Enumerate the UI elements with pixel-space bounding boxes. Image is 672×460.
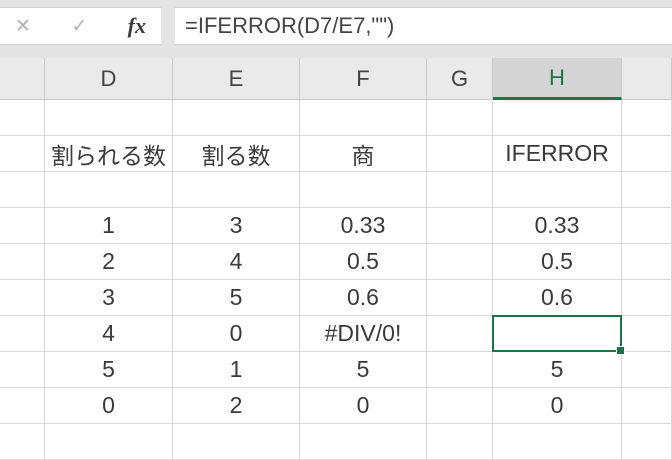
cell[interactable] <box>622 208 672 244</box>
sheet-row <box>0 424 672 460</box>
cell[interactable] <box>622 352 672 388</box>
cell[interactable] <box>622 424 672 460</box>
cell[interactable]: 5 <box>493 352 622 388</box>
sheet-row: 5 1 5 5 <box>0 352 672 388</box>
column-header-right-partial[interactable] <box>622 58 672 100</box>
cell[interactable]: 5 <box>45 352 173 388</box>
cell[interactable] <box>0 136 45 172</box>
sheet-row: 1 3 0.33 0.33 <box>0 208 672 244</box>
cell[interactable] <box>0 208 45 244</box>
cell[interactable] <box>622 316 672 352</box>
sheet-row: 0 2 0 0 <box>0 388 672 424</box>
cell[interactable] <box>622 172 672 208</box>
cell[interactable] <box>427 280 493 316</box>
cell[interactable]: 4 <box>45 316 173 352</box>
sheet-row: 2 4 0.5 0.5 <box>0 244 672 280</box>
formula-bar-buttons: ✕ ✓ fx <box>0 7 161 45</box>
cell[interactable] <box>0 100 45 136</box>
cell[interactable] <box>493 100 622 136</box>
cell[interactable] <box>300 100 427 136</box>
cell[interactable]: 0.33 <box>300 208 427 244</box>
column-header-f[interactable]: F <box>300 58 427 100</box>
cell[interactable] <box>427 244 493 280</box>
sheet-row: 4 0 #DIV/0! <box>0 315 672 355</box>
column-header-g[interactable]: G <box>427 58 493 100</box>
cell[interactable] <box>300 424 427 460</box>
cell-iferror-label[interactable]: IFERROR <box>493 136 622 172</box>
cell[interactable] <box>173 100 300 136</box>
cell[interactable] <box>622 280 672 316</box>
cell[interactable]: 0.5 <box>493 244 622 280</box>
cell[interactable] <box>0 244 45 280</box>
cell[interactable] <box>622 136 672 172</box>
cell[interactable]: 5 <box>300 352 427 388</box>
cell-div-error[interactable]: #DIV/0! <box>300 316 427 352</box>
cell[interactable] <box>45 172 173 208</box>
cell[interactable]: 0 <box>45 388 173 424</box>
cell[interactable] <box>0 172 45 208</box>
cell-dividend-label[interactable]: 割られる数 <box>45 136 173 172</box>
cell[interactable] <box>427 352 493 388</box>
cell[interactable]: 5 <box>173 280 300 316</box>
cell[interactable] <box>0 316 45 352</box>
cell[interactable] <box>45 424 173 460</box>
cell[interactable] <box>173 424 300 460</box>
sheet-grid: 割られる数 割る数 商 IFERROR 1 3 0.33 0.33 2 4 0.… <box>0 100 672 460</box>
sheet-row: 割られる数 割る数 商 IFERROR <box>0 136 672 172</box>
cell[interactable] <box>427 172 493 208</box>
cell[interactable] <box>45 100 173 136</box>
column-header-h[interactable]: H <box>493 58 622 100</box>
cell[interactable]: 4 <box>173 244 300 280</box>
cell[interactable] <box>622 388 672 424</box>
sheet-row <box>0 100 672 136</box>
cell-divisor-label[interactable]: 割る数 <box>173 136 300 172</box>
cell[interactable]: 2 <box>45 244 173 280</box>
cell[interactable] <box>493 424 622 460</box>
cell[interactable] <box>0 352 45 388</box>
cell[interactable] <box>622 100 672 136</box>
formula-input[interactable]: =IFERROR(D7/E7,"") <box>175 7 672 45</box>
cell[interactable] <box>427 388 493 424</box>
cell[interactable]: 1 <box>173 352 300 388</box>
cell[interactable] <box>427 208 493 244</box>
formula-bar-divider <box>161 7 175 45</box>
cell[interactable]: 2 <box>173 388 300 424</box>
formula-bar: ✕ ✓ fx =IFERROR(D7/E7,"") <box>0 7 672 45</box>
column-header-row: D E F G H <box>0 58 672 100</box>
cell[interactable] <box>427 136 493 172</box>
sheet-row: 3 5 0.6 0.6 <box>0 280 672 316</box>
cell[interactable]: 0.6 <box>300 280 427 316</box>
column-header-gutter[interactable] <box>0 58 45 100</box>
cell[interactable] <box>300 172 427 208</box>
cell[interactable]: 3 <box>45 280 173 316</box>
selected-cell[interactable] <box>492 315 625 355</box>
column-header-d[interactable]: D <box>45 58 173 100</box>
cell[interactable] <box>0 388 45 424</box>
cell[interactable]: 0.33 <box>493 208 622 244</box>
cell[interactable]: 0.5 <box>300 244 427 280</box>
cell[interactable]: 0 <box>493 388 622 424</box>
cell[interactable] <box>0 280 45 316</box>
cell[interactable] <box>0 424 45 460</box>
selection-border <box>492 315 625 355</box>
cell[interactable]: 1 <box>45 208 173 244</box>
cell[interactable]: 3 <box>173 208 300 244</box>
cell[interactable] <box>173 172 300 208</box>
confirm-icon[interactable]: ✓ <box>71 17 87 36</box>
cell[interactable] <box>427 100 493 136</box>
cell[interactable] <box>493 172 622 208</box>
cell[interactable] <box>427 316 493 352</box>
insert-function-icon[interactable]: fx <box>128 13 146 39</box>
cell[interactable]: 0.6 <box>493 280 622 316</box>
sheet-row <box>0 172 672 208</box>
cancel-icon[interactable]: ✕ <box>15 17 31 36</box>
cell[interactable]: 0 <box>300 388 427 424</box>
cell[interactable] <box>427 424 493 460</box>
cell[interactable] <box>622 244 672 280</box>
cell[interactable]: 0 <box>173 316 300 352</box>
column-header-e[interactable]: E <box>173 58 300 100</box>
cell-quotient-label[interactable]: 商 <box>300 136 427 172</box>
